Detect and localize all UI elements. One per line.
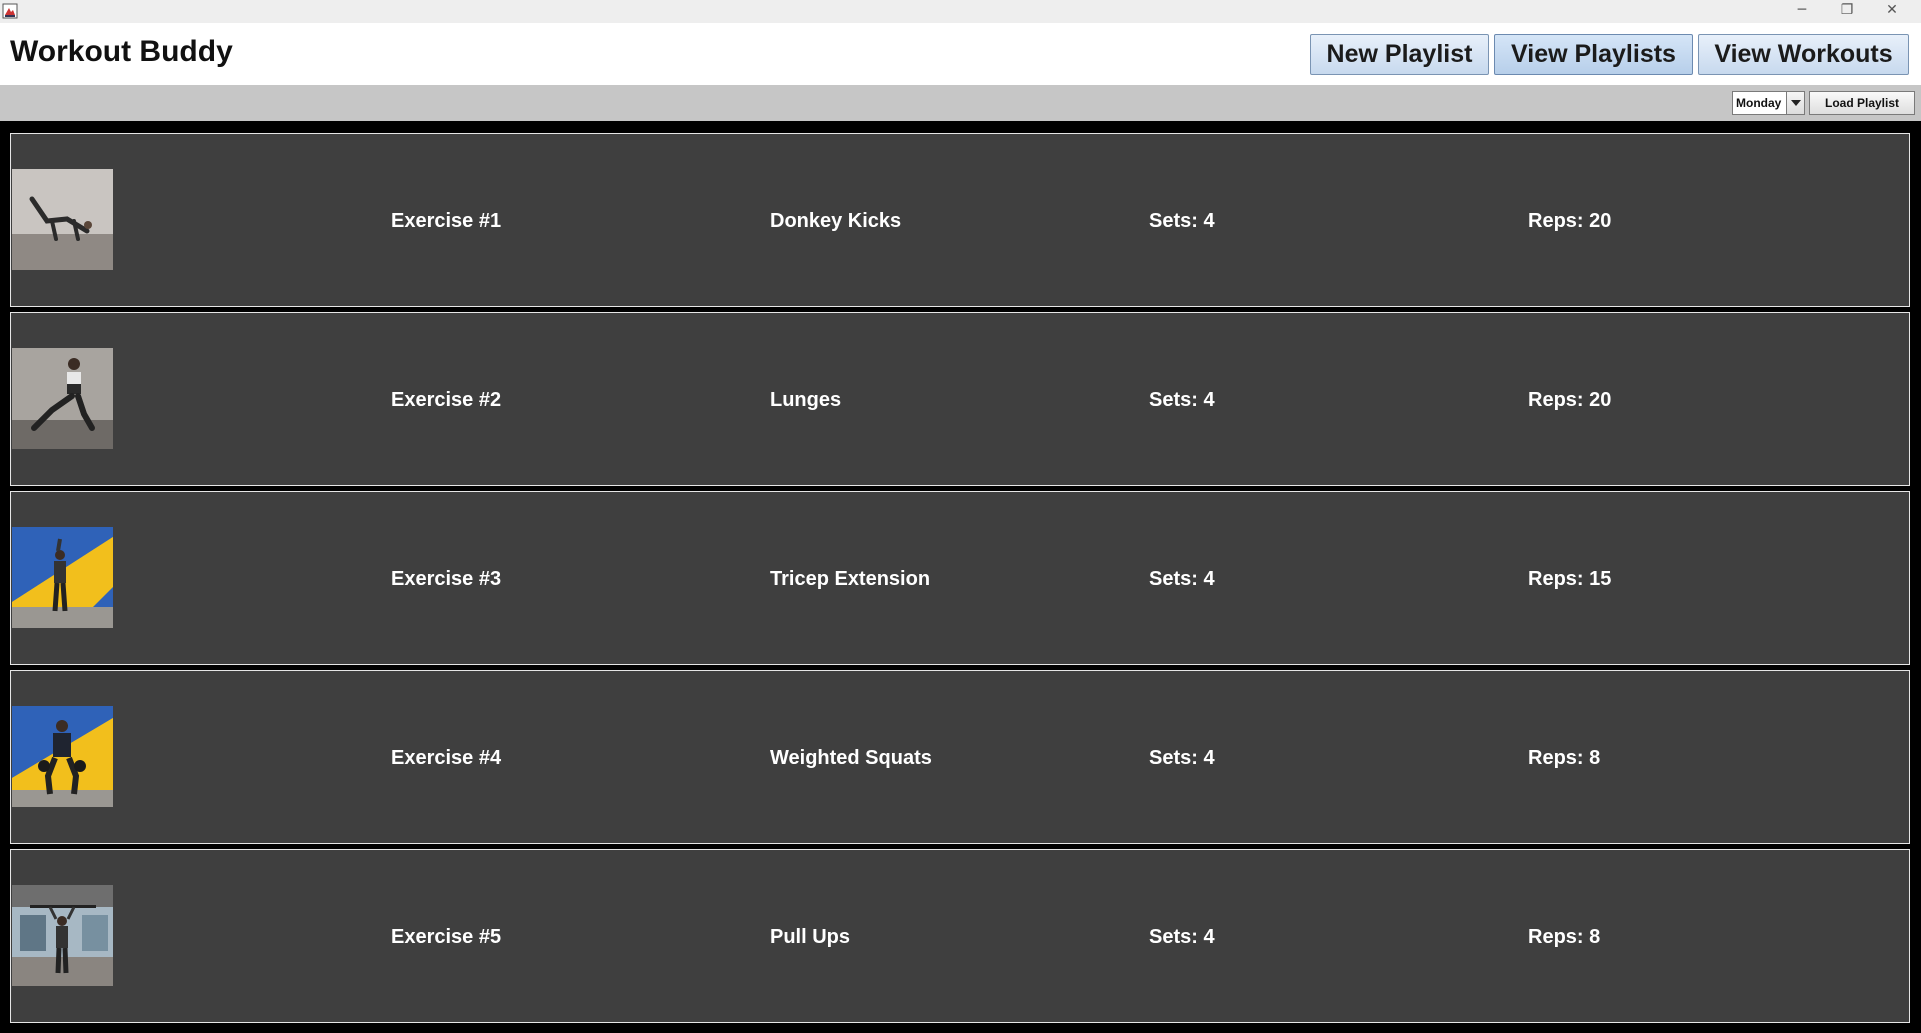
exercise-sets: Sets: 4 <box>1149 210 1215 232</box>
donkey-kicks-photo <box>12 169 113 270</box>
exercise-name: Weighted Squats <box>770 747 932 769</box>
exercise-sets: Sets: 4 <box>1149 389 1215 411</box>
chevron-down-icon[interactable] <box>1786 92 1804 114</box>
pull-ups-photo <box>12 885 113 986</box>
app-title: Workout Buddy <box>10 35 233 68</box>
exercise-row: Exercise #3 Tricep Extension Sets: 4 Rep… <box>10 491 1910 665</box>
exercise-reps: Reps: 20 <box>1528 389 1612 411</box>
exercise-sets: Sets: 4 <box>1149 568 1215 590</box>
exercise-number: Exercise #2 <box>391 389 502 411</box>
lunges-photo <box>12 348 113 449</box>
exercise-number: Exercise #3 <box>391 568 502 590</box>
day-select[interactable]: Monday <box>1732 91 1805 115</box>
playlist-toolbar: Monday Load Playlist <box>0 85 1921 121</box>
exercise-row: Exercise #2 Lunges Sets: 4 Reps: 20 <box>10 312 1910 486</box>
restore-button[interactable]: ❐ <box>1825 0 1869 23</box>
exercise-reps: Reps: 8 <box>1528 926 1601 948</box>
exercise-reps: Reps: 8 <box>1528 747 1601 769</box>
exercise-name: Lunges <box>770 389 842 411</box>
exercise-reps: Reps: 15 <box>1528 568 1612 590</box>
exercise-row: Exercise #1 Donkey Kicks Sets: 4 Reps: 2… <box>10 133 1910 307</box>
exercise-number: Exercise #5 <box>391 926 502 948</box>
tricep-extension-photo <box>12 527 113 628</box>
exercise-name: Pull Ups <box>770 926 851 948</box>
exercise-row: Exercise #5 Pull Ups Sets: 4 Reps: 8 <box>10 849 1910 1023</box>
app-header: Workout Buddy New Playlist View Playlist… <box>0 23 1921 85</box>
java-app-icon <box>2 3 18 19</box>
weighted-squats-photo <box>12 706 113 807</box>
view-playlists-button[interactable]: View Playlists <box>1494 34 1693 75</box>
day-select-value: Monday <box>1736 96 1782 110</box>
close-button[interactable]: ✕ <box>1870 0 1914 23</box>
exercise-name: Donkey Kicks <box>770 210 902 232</box>
exercise-name: Tricep Extension <box>770 568 931 590</box>
exercise-sets: Sets: 4 <box>1149 747 1215 769</box>
exercise-reps: Reps: 20 <box>1528 210 1612 232</box>
exercise-number: Exercise #1 <box>391 210 502 232</box>
exercise-list: Exercise #1 Donkey Kicks Sets: 4 Reps: 2… <box>0 121 1921 1033</box>
load-playlist-button[interactable]: Load Playlist <box>1809 91 1915 115</box>
exercise-number: Exercise #4 <box>391 747 502 769</box>
view-workouts-button[interactable]: View Workouts <box>1698 34 1909 75</box>
exercise-sets: Sets: 4 <box>1149 926 1215 948</box>
window-titlebar: ─ ❐ ✕ <box>0 0 1921 23</box>
minimize-button[interactable]: ─ <box>1780 0 1824 23</box>
exercise-row: Exercise #4 Weighted Squats Sets: 4 Reps… <box>10 670 1910 844</box>
new-playlist-button[interactable]: New Playlist <box>1310 34 1489 75</box>
